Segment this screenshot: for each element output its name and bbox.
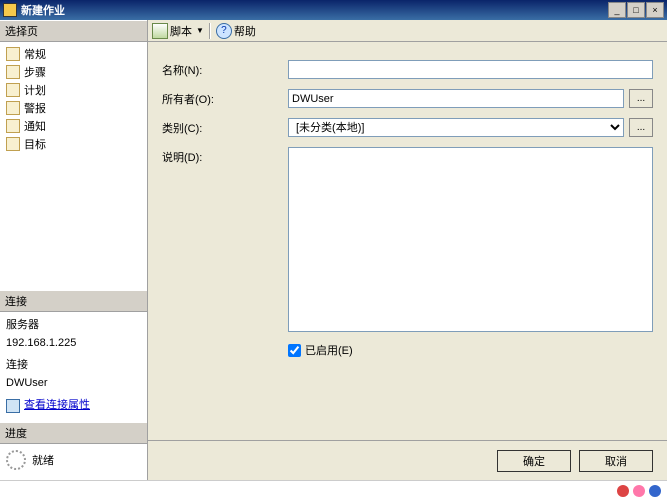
button-bar: 确定 取消: [148, 440, 667, 480]
category-row: 类别(C): [未分类(本地)] ...: [162, 118, 653, 137]
conn-value: DWUser: [6, 375, 141, 393]
name-input[interactable]: [288, 60, 653, 79]
form-area: 名称(N): 所有者(O): ... 类别(C): [未分类(本地)] ... …: [148, 42, 667, 440]
connection-header: 连接: [0, 290, 147, 312]
sidebar-item-label: 警报: [24, 100, 46, 116]
tray-icon[interactable]: [633, 485, 645, 497]
properties-icon: [6, 399, 20, 413]
page-icon: [6, 119, 20, 133]
help-icon: ?: [216, 23, 232, 39]
progress-header: 进度: [0, 422, 147, 444]
description-row: 说明(D):: [162, 147, 653, 332]
close-button[interactable]: ×: [646, 2, 664, 18]
toolbar: 脚本 ▼ ? 帮助: [148, 20, 667, 42]
sidebar-item-label: 计划: [24, 82, 46, 98]
minimize-button[interactable]: _: [608, 2, 626, 18]
spinner-icon: [6, 450, 26, 470]
owner-label: 所有者(O):: [162, 89, 288, 107]
enabled-checkbox[interactable]: [288, 344, 301, 357]
tray-icon[interactable]: [617, 485, 629, 497]
chevron-down-icon[interactable]: ▼: [196, 26, 204, 35]
category-label: 类别(C):: [162, 118, 288, 136]
owner-row: 所有者(O): ...: [162, 89, 653, 108]
owner-input[interactable]: [288, 89, 624, 108]
app-icon: [3, 3, 17, 17]
pages-list: 常规 步骤 计划 警报 通知 目标: [0, 42, 147, 290]
ok-button[interactable]: 确定: [497, 450, 571, 472]
page-icon: [6, 137, 20, 151]
sidebar: 选择页 常规 步骤 计划 警报 通知: [0, 20, 148, 480]
description-textarea[interactable]: [288, 147, 653, 332]
server-value: 192.168.1.225: [6, 335, 141, 353]
script-button[interactable]: 脚本: [170, 23, 192, 39]
system-tray: [0, 480, 667, 500]
view-connection-link[interactable]: 查看连接属性: [24, 397, 90, 415]
sidebar-item-label: 目标: [24, 136, 46, 152]
cancel-button[interactable]: 取消: [579, 450, 653, 472]
content-panel: 脚本 ▼ ? 帮助 名称(N): 所有者(O): ... 类别(C): [未分类…: [148, 20, 667, 480]
name-label: 名称(N):: [162, 60, 288, 78]
sidebar-item-general[interactable]: 常规: [0, 45, 147, 63]
description-label: 说明(D):: [162, 147, 288, 165]
page-icon: [6, 83, 20, 97]
sidebar-item-label: 通知: [24, 118, 46, 134]
enabled-label: 已启用(E): [305, 342, 353, 358]
page-icon: [6, 47, 20, 61]
maximize-button[interactable]: □: [627, 2, 645, 18]
owner-browse-button[interactable]: ...: [629, 89, 653, 108]
page-icon: [6, 101, 20, 115]
conn-label: 连接: [6, 357, 141, 375]
window-buttons: _ □ ×: [608, 2, 664, 18]
page-icon: [6, 65, 20, 79]
sidebar-item-alerts[interactable]: 警报: [0, 99, 147, 117]
server-label: 服务器: [6, 317, 141, 335]
view-connection-row: 查看连接属性: [6, 397, 141, 415]
sidebar-item-schedule[interactable]: 计划: [0, 81, 147, 99]
category-browse-button[interactable]: ...: [629, 118, 653, 137]
sidebar-item-targets[interactable]: 目标: [0, 135, 147, 153]
name-row: 名称(N):: [162, 60, 653, 79]
pages-header: 选择页: [0, 20, 147, 42]
help-button[interactable]: 帮助: [234, 23, 256, 39]
window-title: 新建作业: [21, 2, 608, 18]
connection-panel: 服务器 192.168.1.225 连接 DWUser 查看连接属性: [0, 312, 147, 422]
sidebar-item-label: 步骤: [24, 64, 46, 80]
script-icon: [152, 23, 168, 39]
progress-text: 就绪: [32, 452, 54, 468]
enabled-row: 已启用(E): [162, 342, 653, 358]
separator: [209, 23, 211, 39]
sidebar-item-steps[interactable]: 步骤: [0, 63, 147, 81]
progress-panel: 就绪: [0, 444, 147, 480]
main-area: 选择页 常规 步骤 计划 警报 通知: [0, 20, 667, 480]
tray-icon[interactable]: [649, 485, 661, 497]
titlebar: 新建作业 _ □ ×: [0, 0, 667, 20]
sidebar-item-notifications[interactable]: 通知: [0, 117, 147, 135]
sidebar-item-label: 常规: [24, 46, 46, 62]
category-select[interactable]: [未分类(本地)]: [288, 118, 624, 137]
